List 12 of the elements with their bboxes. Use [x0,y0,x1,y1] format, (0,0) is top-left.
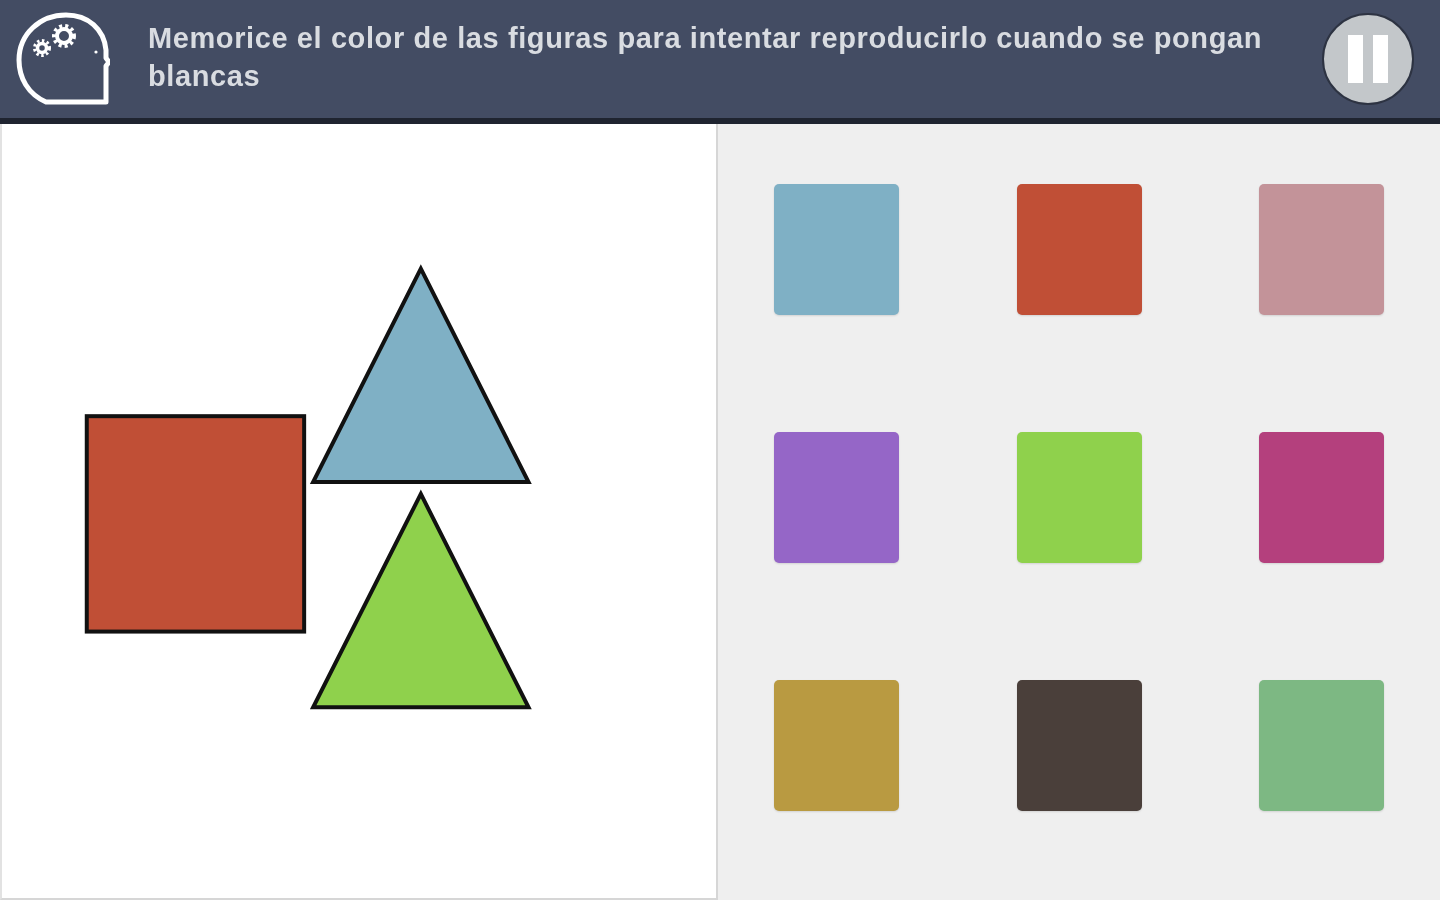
swatch-button[interactable] [774,680,899,811]
head-gears-icon [16,12,110,106]
swatch-button[interactable] [1016,184,1142,315]
instruction-text: Memorice el color de las figuras para intentar reproducirlo cuando se pongan blancas [148,21,1263,94]
swatch-button[interactable] [1259,184,1384,315]
swatch-button[interactable] [774,432,899,563]
swatch-button[interactable] [1016,680,1142,811]
swatch-button[interactable] [774,184,899,315]
pause-icon [1348,35,1388,83]
swatch-button[interactable] [1259,432,1384,563]
swatch-button[interactable] [1259,680,1384,811]
swatch-button[interactable] [1016,432,1142,563]
